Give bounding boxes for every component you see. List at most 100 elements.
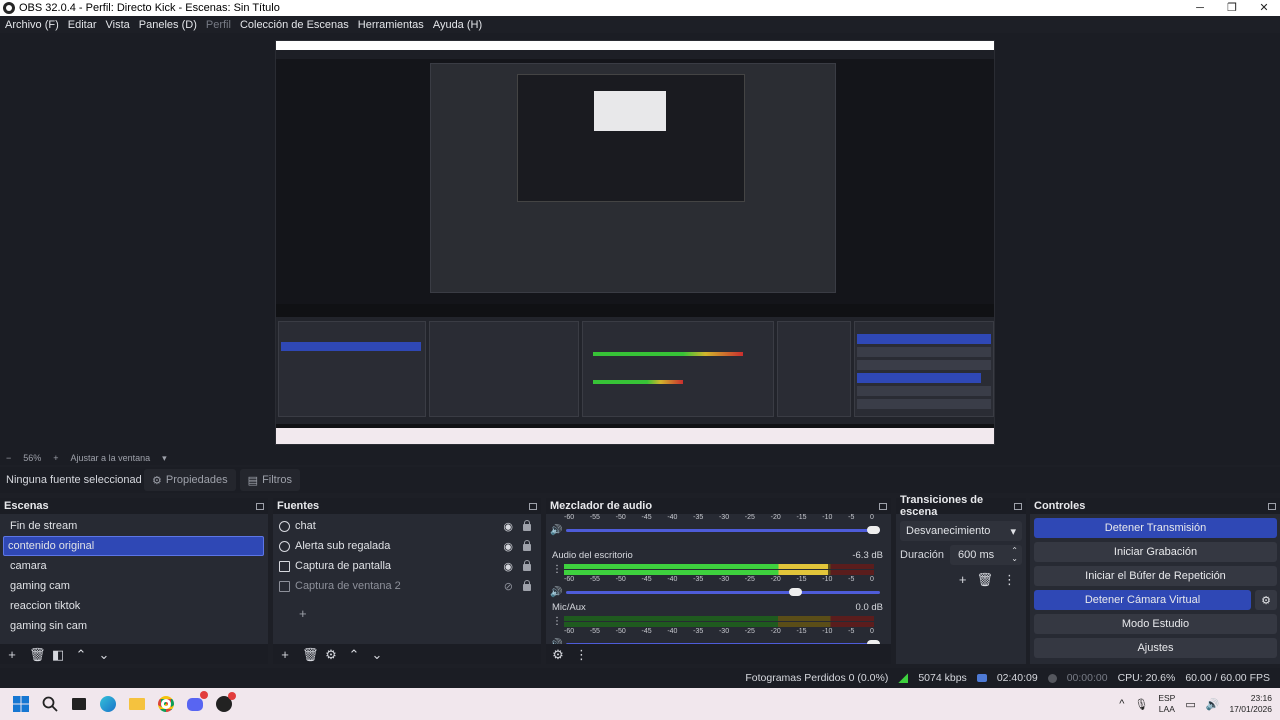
source-item[interactable]: Alerta sub regalada ◉	[273, 536, 541, 556]
undock-icon[interactable]	[256, 502, 264, 510]
obs-taskbar-icon[interactable]	[213, 692, 236, 715]
start-recording-button[interactable]: Iniciar Grabación	[1034, 542, 1277, 562]
duration-label: Duración	[900, 549, 945, 561]
remove-scene-icon[interactable]: 🗑	[29, 648, 46, 661]
duration-spinbox[interactable]: 600 ms ⌃ ⌄	[950, 545, 1022, 565]
source-item[interactable]: chat ◉	[273, 516, 541, 536]
move-down-icon[interactable]: ⌄	[371, 648, 383, 661]
spin-arrows-icon[interactable]: ⌃ ⌄	[1011, 547, 1018, 563]
scene-item[interactable]: gaming cam	[3, 576, 264, 596]
scene-item[interactable]: Fin de stream	[3, 516, 264, 536]
source-properties-icon[interactable]: ⚙	[325, 648, 337, 661]
preview-canvas[interactable]	[275, 40, 995, 445]
remove-transition-icon[interactable]: 🗑	[976, 572, 993, 588]
volume-slider[interactable]	[566, 587, 880, 596]
speaker-icon[interactable]: 🔊	[550, 525, 564, 536]
menu-docks[interactable]: Paneles (D)	[139, 19, 197, 31]
scene-item-selected[interactable]: contenido original	[3, 536, 264, 556]
source-item[interactable]: Captura de ventana 2 ⊘	[273, 576, 541, 596]
close-button[interactable]: ✕	[1248, 0, 1280, 16]
undock-icon[interactable]	[1014, 502, 1022, 510]
meter-ticks: -60 -55 -50 -45 -40 -35 -30 -25 -20 -15 -10 -5 0	[564, 576, 874, 583]
speaker-icon[interactable]: 🔊	[550, 587, 564, 598]
undock-icon[interactable]	[1268, 502, 1276, 510]
menu-tools[interactable]: Herramientas	[358, 19, 424, 31]
controls-title: Controles	[1034, 500, 1086, 512]
stream-live-icon	[976, 674, 987, 682]
eye-icon[interactable]: ◉	[503, 560, 513, 573]
zoom-dropdown-icon[interactable]: ▾	[162, 453, 167, 464]
lock-icon[interactable]	[523, 560, 531, 571]
minimize-button[interactable]: ─	[1184, 0, 1216, 16]
scenes-title: Escenas	[4, 500, 49, 512]
add-transition-icon[interactable]: +	[959, 572, 967, 588]
more-options-icon[interactable]: ⋮	[552, 564, 562, 575]
properties-button[interactable]: ⚙ Propiedades	[144, 469, 236, 491]
discord-icon[interactable]	[184, 690, 208, 715]
move-up-icon[interactable]: ⌃	[75, 648, 87, 661]
add-source-icon[interactable]: +	[279, 648, 291, 661]
menu-profile[interactable]: Perfil	[206, 19, 231, 31]
transition-select-row: Desvanecimiento ▾	[896, 520, 1026, 542]
transition-select[interactable]: Desvanecimiento ▾	[900, 521, 1022, 541]
add-scene-icon[interactable]: +	[6, 648, 18, 661]
stop-virtual-camera-button[interactable]: Detener Cámara Virtual	[1034, 590, 1251, 610]
task-view-icon[interactable]	[68, 693, 90, 715]
scene-item[interactable]: reaccion tiktok	[3, 596, 264, 616]
lock-icon[interactable]	[523, 540, 531, 551]
monitor-icon	[279, 560, 290, 572]
browser-icon	[279, 520, 290, 532]
scene-filters-icon[interactable]: ◧	[52, 648, 64, 661]
network-icon[interactable]: ▭	[1185, 698, 1195, 711]
start-replay-buffer-button[interactable]: Iniciar el Búfer de Repetición	[1034, 566, 1277, 586]
remove-source-icon[interactable]: 🗑	[302, 648, 319, 661]
zoom-bar: − 56% + Ajustar a la ventana ▾	[0, 451, 1280, 465]
virtualcam-settings-gear-icon[interactable]: ⚙	[1255, 590, 1277, 610]
menu-edit[interactable]: Editar	[68, 19, 97, 31]
microphone-icon[interactable]: 🎙	[1134, 698, 1148, 711]
scene-item[interactable]: camara	[3, 556, 264, 576]
file-explorer-icon[interactable]	[126, 693, 148, 715]
windows-start-icon[interactable]	[10, 693, 32, 715]
move-up-icon[interactable]: ⌃	[348, 648, 360, 661]
settings-button[interactable]: Ajustes	[1034, 638, 1277, 658]
studio-mode-button[interactable]: Modo Estudio	[1034, 614, 1277, 634]
lock-icon[interactable]	[523, 580, 531, 591]
language-indicator[interactable]: ESP LAA	[1158, 693, 1175, 715]
eye-icon[interactable]: ◉	[503, 520, 513, 533]
eye-icon[interactable]: ◉	[503, 540, 513, 553]
tray-chevron-icon[interactable]: ^	[1119, 698, 1124, 710]
menu-file[interactable]: Archivo (F)	[5, 19, 59, 31]
scene-item[interactable]: gaming sin cam	[3, 616, 264, 636]
chrome-icon[interactable]	[155, 693, 177, 715]
menu-scene-collection[interactable]: Colección de Escenas	[240, 19, 349, 31]
transition-menu-icon[interactable]: ⋮	[1003, 572, 1016, 588]
more-options-icon[interactable]: ⋮	[552, 616, 562, 627]
move-down-icon[interactable]: ⌄	[98, 648, 110, 661]
preview-area[interactable]	[0, 33, 1280, 451]
edge-browser-icon[interactable]	[97, 693, 119, 715]
filters-button[interactable]: ▤ Filtros	[239, 469, 301, 491]
volume-knob[interactable]	[867, 525, 880, 534]
advanced-audio-icon[interactable]: ⚙	[552, 648, 564, 661]
volume-knob[interactable]	[788, 587, 802, 596]
eye-hidden-icon[interactable]: ⊘	[504, 580, 513, 593]
lock-icon[interactable]	[523, 520, 531, 531]
source-item[interactable]: Captura de pantalla ◉	[273, 556, 541, 576]
menu-help[interactable]: Ayuda (H)	[433, 19, 482, 31]
mixer-footer: ⚙ ⋮	[546, 644, 891, 664]
zoom-out-button[interactable]: −	[6, 453, 11, 463]
volume-icon[interactable]: 🔊	[1206, 698, 1220, 711]
maximize-button[interactable]: ❐	[1216, 0, 1248, 16]
search-icon[interactable]	[39, 693, 61, 715]
zoom-fit-select[interactable]: Ajustar a la ventana	[71, 453, 151, 463]
more-options-icon[interactable]: ⋮	[575, 648, 588, 661]
zoom-in-button[interactable]: +	[53, 453, 58, 463]
undock-icon[interactable]	[529, 502, 537, 510]
undock-icon[interactable]	[879, 502, 887, 510]
menu-view[interactable]: Vista	[106, 19, 130, 31]
volume-slider[interactable]	[566, 525, 880, 534]
stop-stream-button[interactable]: Detener Transmisión	[1034, 518, 1277, 538]
virtualcam-row: Detener Cámara Virtual ⚙	[1030, 590, 1277, 614]
clock[interactable]: 23:16 17/01/2026	[1229, 693, 1272, 715]
